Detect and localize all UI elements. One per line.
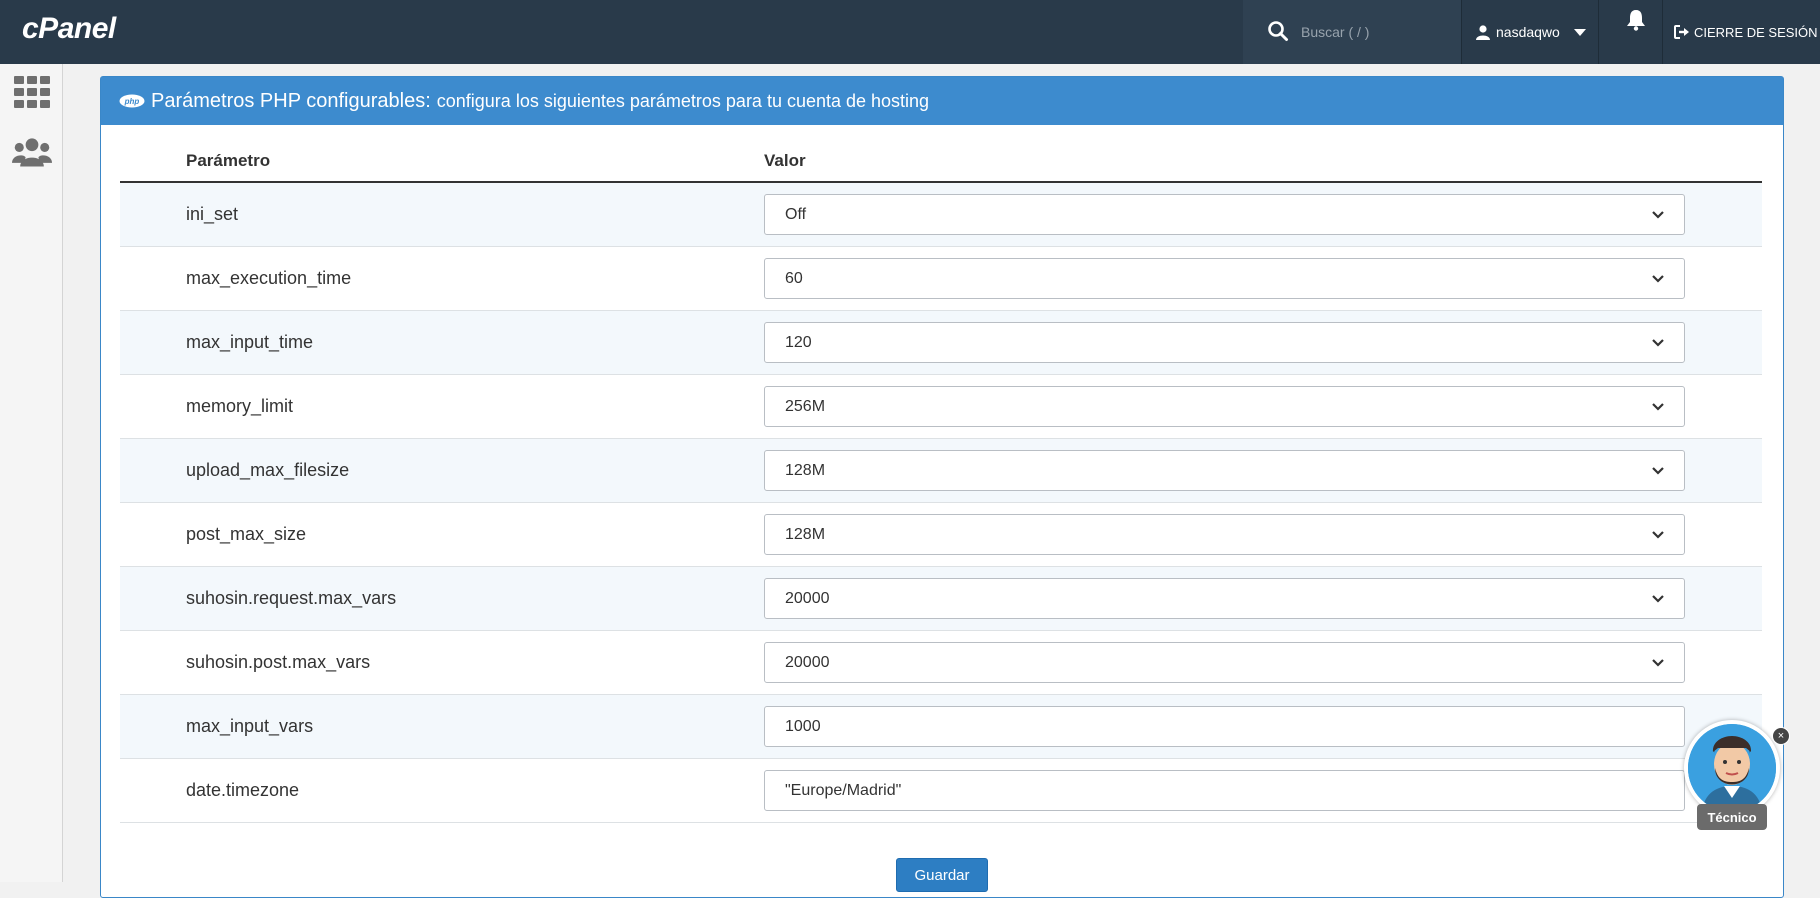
param-name: suhosin.request.max_vars: [120, 566, 764, 631]
param-value-cell: 20000: [764, 566, 1762, 631]
chevron-down-icon: [1573, 28, 1586, 36]
panel-heading: php Parámetros PHP configurables: config…: [101, 77, 1783, 125]
param-value-cell: 20000: [764, 630, 1762, 695]
svg-text:php: php: [124, 97, 140, 106]
param-value-input[interactable]: [764, 706, 1685, 747]
selected-value: 20000: [785, 589, 830, 607]
save-button[interactable]: Guardar: [896, 858, 988, 892]
table-row: upload_max_filesize 128M: [120, 438, 1762, 503]
selected-value: 60: [785, 269, 803, 287]
chevron-down-icon: [1652, 274, 1664, 283]
param-name: max_input_vars: [120, 694, 764, 759]
param-value-select[interactable]: 120: [764, 322, 1685, 363]
users-group-icon[interactable]: [12, 132, 52, 172]
divider: [1598, 0, 1599, 64]
selected-value: 256M: [785, 397, 826, 415]
table-row: ini_set Off: [120, 182, 1762, 247]
column-header-parameter: Parámetro: [120, 141, 764, 183]
chat-label: Técnico: [1697, 804, 1767, 830]
param-value-select[interactable]: 20000: [764, 578, 1685, 619]
param-value-cell: 60: [764, 246, 1762, 311]
param-value-cell: [764, 758, 1762, 823]
param-name: memory_limit: [120, 374, 764, 439]
table-row: memory_limit 256M: [120, 374, 1762, 439]
selected-value: 20000: [785, 653, 830, 671]
param-name: post_max_size: [120, 502, 764, 567]
param-name: suhosin.post.max_vars: [120, 630, 764, 695]
logout-button[interactable]: CIERRE DE SESIÓN: [1674, 0, 1818, 64]
param-name: upload_max_filesize: [120, 438, 764, 503]
support-chat-avatar[interactable]: [1684, 720, 1780, 816]
notifications-bell-icon[interactable]: [1620, 4, 1652, 36]
param-name: date.timezone: [120, 758, 764, 823]
param-value-select[interactable]: 20000: [764, 642, 1685, 683]
param-value-select[interactable]: 128M: [764, 514, 1685, 555]
username: nasdaqwo: [1496, 24, 1560, 40]
sidebar: [0, 64, 63, 882]
panel-title: Parámetros PHP configurables:: [151, 89, 431, 112]
top-bar: cPanel nasdaqwo CIERRE DE SESIÓN: [0, 0, 1820, 64]
column-header-value: Valor: [764, 141, 1762, 183]
user-menu[interactable]: nasdaqwo: [1476, 0, 1596, 64]
param-value-select[interactable]: 128M: [764, 450, 1685, 491]
search-box: [1243, 0, 1461, 64]
table-row: suhosin.post.max_vars 20000: [120, 630, 1762, 695]
chevron-down-icon: [1652, 530, 1664, 539]
chevron-down-icon: [1652, 210, 1664, 219]
param-value-cell: Off: [764, 182, 1762, 247]
selected-value: 120: [785, 333, 812, 351]
technician-avatar-icon: [1688, 724, 1776, 812]
apps-grid-icon[interactable]: [12, 72, 52, 112]
table-row: max_input_time 120: [120, 310, 1762, 375]
chevron-down-icon: [1652, 658, 1664, 667]
param-name: ini_set: [120, 182, 764, 247]
divider: [1461, 0, 1462, 64]
params-table: Parámetro Valor ini_set Off max_execution_…: [120, 141, 1762, 823]
table-row: suhosin.request.max_vars 20000: [120, 566, 1762, 631]
param-name: max_execution_time: [120, 246, 764, 311]
chevron-down-icon: [1652, 466, 1664, 475]
search-input[interactable]: [1299, 16, 1453, 48]
param-value-select[interactable]: 60: [764, 258, 1685, 299]
table-row: post_max_size 128M: [120, 502, 1762, 567]
param-value-select[interactable]: 256M: [764, 386, 1685, 427]
table-row: max_execution_time 60: [120, 246, 1762, 311]
param-value-cell: 120: [764, 310, 1762, 375]
selected-value: 128M: [785, 461, 826, 479]
params-table-body: ini_set Off max_execution_time 60 max_input_…: [120, 182, 1762, 823]
table-header-row: Parámetro Valor: [120, 141, 1762, 183]
php-params-panel: php Parámetros PHP configurables: config…: [100, 76, 1784, 898]
chevron-down-icon: [1652, 338, 1664, 347]
chevron-down-icon: [1652, 402, 1664, 411]
cpanel-logo[interactable]: cPanel: [22, 12, 116, 46]
param-value-select[interactable]: Off: [764, 194, 1685, 235]
php-icon: php: [119, 94, 145, 108]
divider: [1662, 0, 1663, 64]
param-value-cell: 128M: [764, 438, 1762, 503]
param-name: max_input_time: [120, 310, 764, 375]
param-value-cell: 128M: [764, 502, 1762, 567]
logout-label: CIERRE DE SESIÓN: [1694, 24, 1818, 40]
panel-description: configura los siguientes parámetros para…: [436, 90, 930, 111]
chevron-down-icon: [1652, 594, 1664, 603]
param-value-cell: [764, 694, 1762, 759]
param-value-cell: 256M: [764, 374, 1762, 439]
param-value-input[interactable]: [764, 770, 1685, 811]
table-row: date.timezone: [120, 758, 1762, 823]
table-row: max_input_vars: [120, 694, 1762, 759]
search-icon: [1267, 20, 1289, 47]
selected-value: 128M: [785, 525, 826, 543]
logout-icon: [1674, 25, 1690, 39]
close-chat-icon[interactable]: ×: [1772, 727, 1790, 745]
selected-value: Off: [785, 205, 807, 223]
user-icon: [1476, 24, 1490, 40]
